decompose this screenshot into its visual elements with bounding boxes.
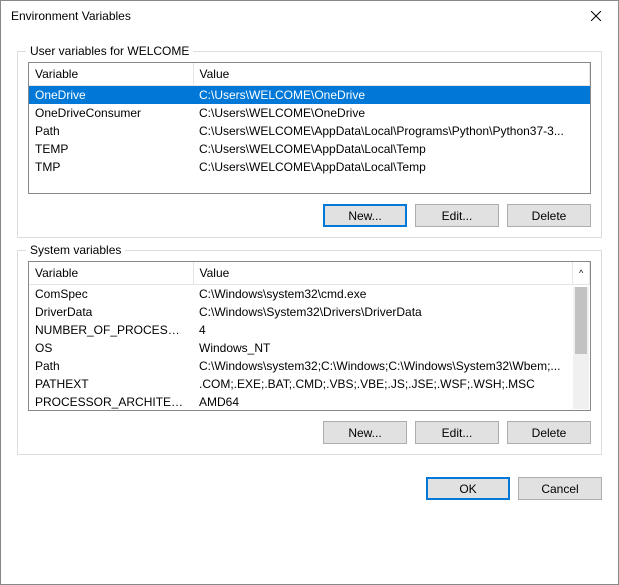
scroll-thumb[interactable] [575, 287, 587, 354]
cell-variable: TEMP [29, 140, 193, 158]
system-header-variable[interactable]: Variable [29, 262, 193, 285]
system-delete-button[interactable]: Delete [507, 421, 591, 444]
table-row[interactable]: TEMP C:\Users\WELCOME\AppData\Local\Temp [29, 140, 590, 158]
table-row[interactable]: OS Windows_NT [29, 339, 590, 357]
cell-variable: DriverData [29, 303, 193, 321]
cell-value: Windows_NT [193, 339, 590, 357]
user-header-variable[interactable]: Variable [29, 63, 193, 86]
table-row[interactable]: PROCESSOR_ARCHITECTURE AMD64 [29, 393, 590, 411]
cell-value: C:\Users\WELCOME\AppData\Local\Programs\… [193, 122, 590, 140]
cell-variable: PROCESSOR_ARCHITECTURE [29, 393, 193, 411]
window-title: Environment Variables [11, 9, 131, 23]
user-delete-button[interactable]: Delete [507, 204, 591, 227]
user-variables-label: User variables for WELCOME [26, 44, 193, 58]
cell-value: C:\Windows\System32\Drivers\DriverData [193, 303, 590, 321]
table-row[interactable]: DriverData C:\Windows\System32\Drivers\D… [29, 303, 590, 321]
table-row[interactable]: OneDrive C:\Users\WELCOME\OneDrive [29, 86, 590, 105]
table-row[interactable]: TMP C:\Users\WELCOME\AppData\Local\Temp [29, 158, 590, 176]
cell-value: C:\Users\WELCOME\AppData\Local\Temp [193, 158, 590, 176]
close-icon [591, 11, 601, 21]
system-variables-label: System variables [26, 243, 125, 257]
user-edit-button[interactable]: Edit... [415, 204, 499, 227]
titlebar: Environment Variables [1, 1, 618, 31]
cell-value: C:\Users\WELCOME\OneDrive [193, 86, 590, 105]
table-row[interactable]: PATHEXT .COM;.EXE;.BAT;.CMD;.VBS;.VBE;.J… [29, 375, 590, 393]
system-variables-table[interactable]: Variable Value ^ ComSpec C:\Windows\syst… [28, 261, 591, 411]
table-row[interactable]: Path C:\Windows\system32;C:\Windows;C:\W… [29, 357, 590, 375]
cell-variable: ComSpec [29, 285, 193, 304]
system-new-button[interactable]: New... [323, 421, 407, 444]
cell-value: .COM;.EXE;.BAT;.CMD;.VBS;.VBE;.JS;.JSE;.… [193, 375, 590, 393]
close-button[interactable] [573, 1, 618, 31]
cell-variable: NUMBER_OF_PROCESSORS [29, 321, 193, 339]
cell-value: AMD64 [193, 393, 590, 411]
user-new-button[interactable]: New... [323, 204, 407, 227]
cell-value: C:\Users\WELCOME\OneDrive [193, 104, 590, 122]
cell-value: 4 [193, 321, 590, 339]
ok-button[interactable]: OK [426, 477, 510, 500]
table-row[interactable]: Path C:\Users\WELCOME\AppData\Local\Prog… [29, 122, 590, 140]
cell-variable: TMP [29, 158, 193, 176]
table-row[interactable]: ComSpec C:\Windows\system32\cmd.exe [29, 285, 590, 304]
cell-variable: Path [29, 122, 193, 140]
cell-value: C:\Windows\system32\cmd.exe [193, 285, 590, 304]
cancel-button[interactable]: Cancel [518, 477, 602, 500]
cell-variable: OS [29, 339, 193, 357]
user-variables-group: User variables for WELCOME Variable Valu… [17, 51, 602, 238]
table-row[interactable]: NUMBER_OF_PROCESSORS 4 [29, 321, 590, 339]
user-variables-table[interactable]: Variable Value OneDrive C:\Users\WELCOME… [28, 62, 591, 194]
table-row[interactable]: OneDriveConsumer C:\Users\WELCOME\OneDri… [29, 104, 590, 122]
cell-value: C:\Windows\system32;C:\Windows;C:\Window… [193, 357, 590, 375]
cell-variable: PATHEXT [29, 375, 193, 393]
cell-value: C:\Users\WELCOME\AppData\Local\Temp [193, 140, 590, 158]
system-header-value[interactable]: Value [193, 262, 573, 285]
user-header-value[interactable]: Value [193, 63, 590, 86]
system-edit-button[interactable]: Edit... [415, 421, 499, 444]
header-spacer: ^ [573, 262, 590, 285]
system-variables-group: System variables Variable Value ^ ComSpe… [17, 250, 602, 455]
system-scrollbar[interactable] [573, 287, 589, 409]
cell-variable: Path [29, 357, 193, 375]
cell-variable: OneDrive [29, 86, 193, 105]
cell-variable: OneDriveConsumer [29, 104, 193, 122]
